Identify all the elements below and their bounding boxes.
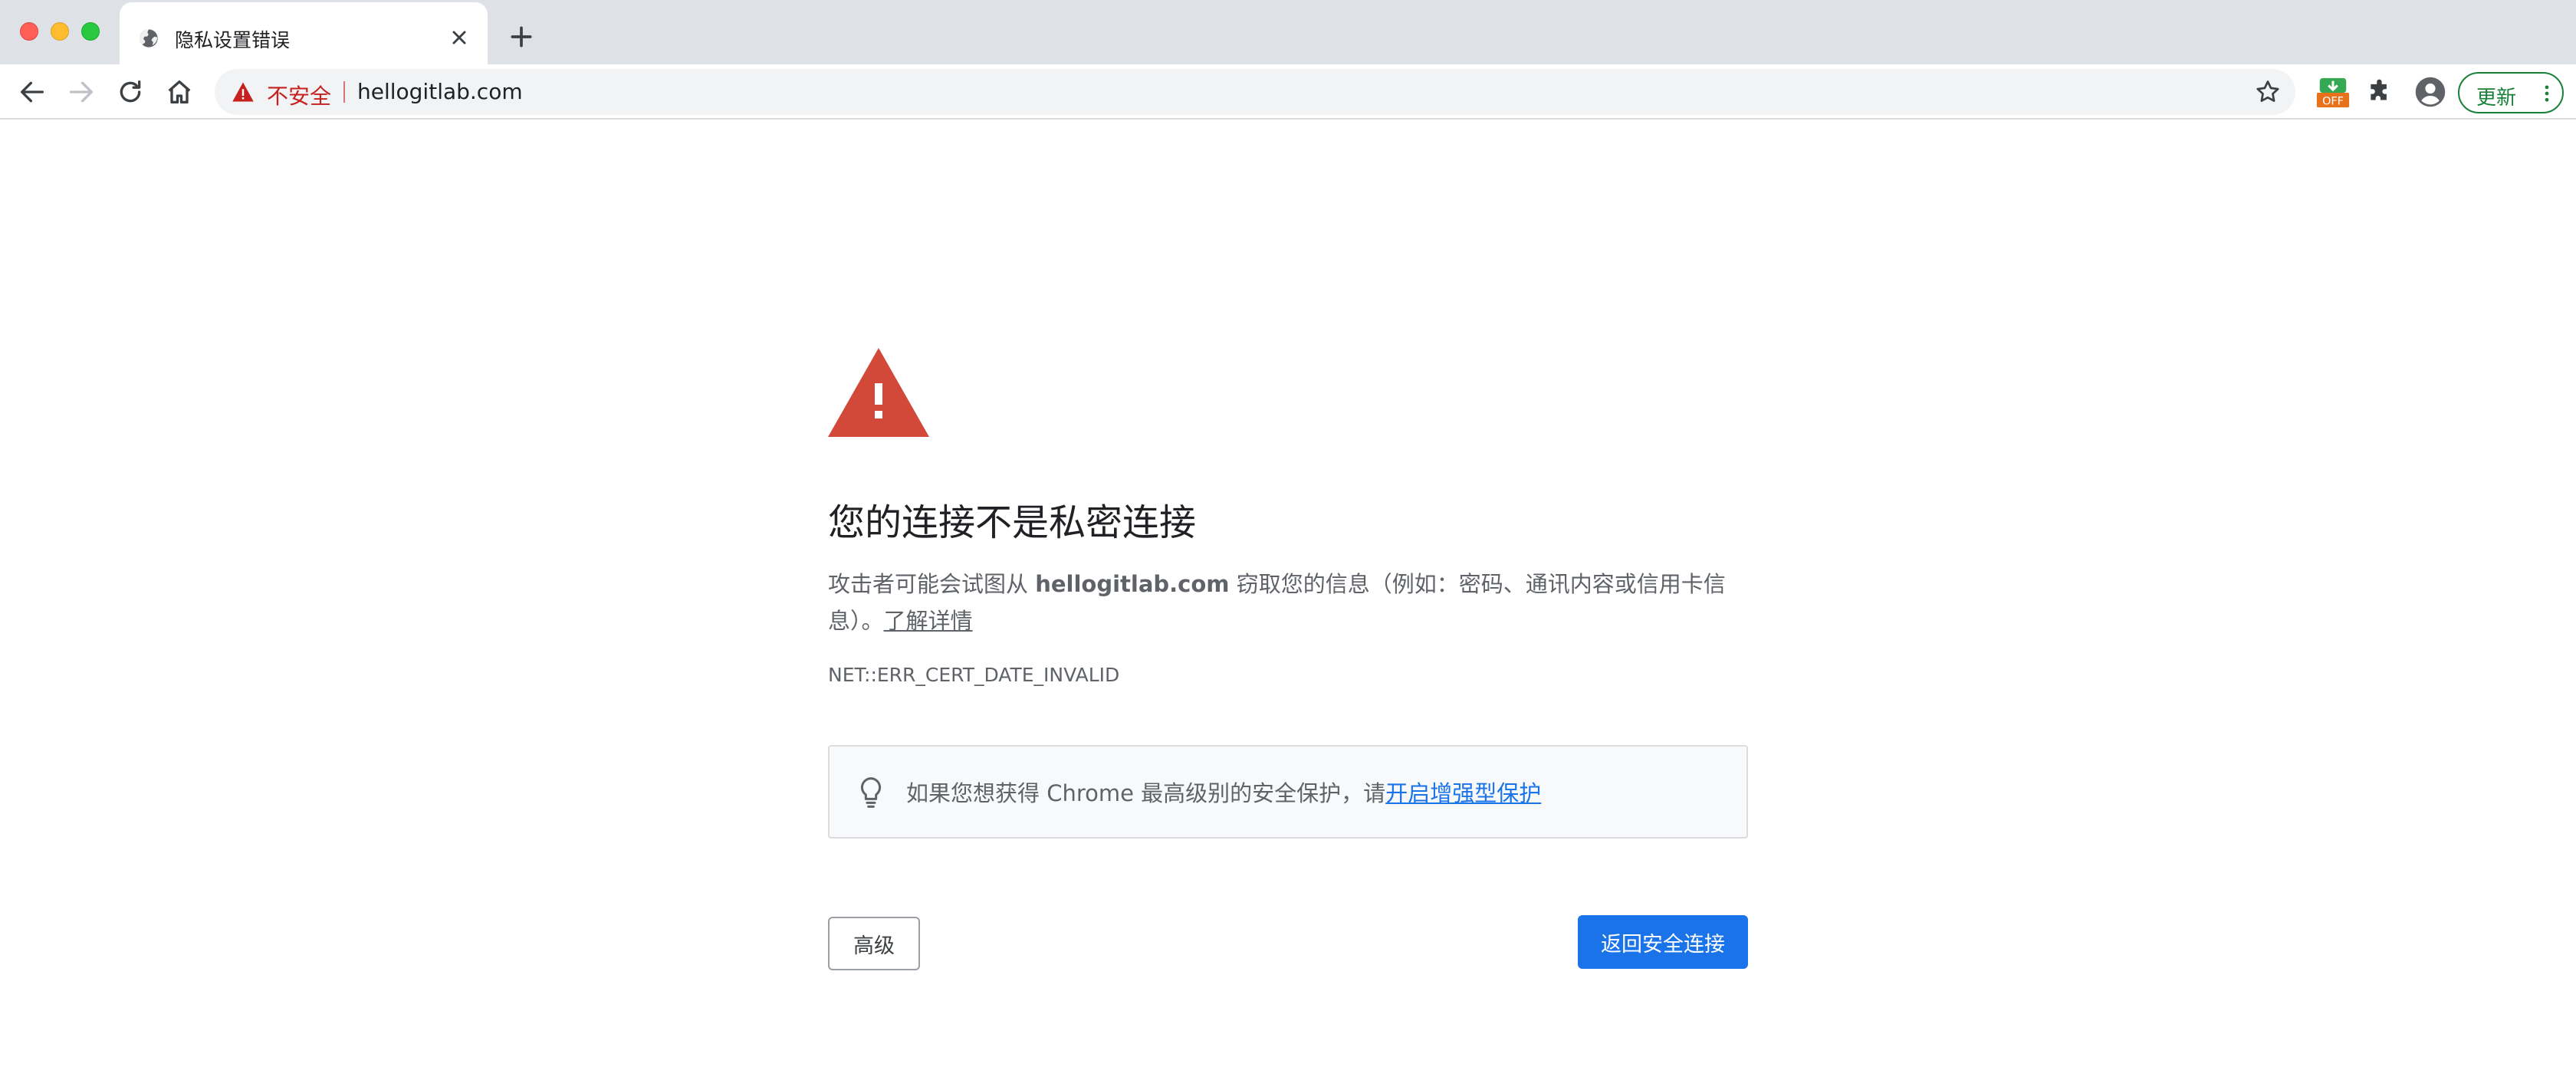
explanation-host: hellogitlab.com — [1035, 571, 1230, 597]
globe-icon — [140, 29, 158, 48]
advanced-button[interactable]: 高级 — [828, 917, 920, 970]
extension-badge-text: OFF — [2322, 96, 2344, 108]
warning-triangle-icon — [828, 348, 929, 437]
home-icon[interactable] — [164, 77, 195, 107]
omnibox-divider — [343, 81, 345, 103]
tab-strip: 隐私设置错误 — [0, 0, 2576, 64]
address-bar[interactable]: 不安全 hellogitlab.com — [215, 69, 2295, 115]
promo-message: 如果您想获得 Chrome 最高级别的安全保护，请 — [906, 780, 1386, 806]
update-button[interactable]: 更新 — [2458, 72, 2564, 113]
url-text[interactable]: hellogitlab.com — [357, 79, 523, 104]
learn-more-link[interactable]: 了解详情 — [884, 608, 973, 634]
close-icon[interactable] — [446, 25, 472, 51]
enhanced-protection-promo: 如果您想获得 Chrome 最高级别的安全保护，请开启增强型保护 — [828, 745, 1748, 839]
reload-icon[interactable] — [115, 77, 146, 107]
error-code: NET::ERR_CERT_DATE_INVALID — [828, 664, 1120, 686]
security-status-label[interactable]: 不安全 — [267, 80, 331, 110]
puzzle-icon[interactable] — [2366, 78, 2395, 107]
back-to-safety-button[interactable]: 返回安全连接 — [1578, 915, 1748, 969]
window-zoom-button[interactable] — [81, 22, 100, 41]
lightbulb-icon — [860, 777, 882, 808]
account-circle-icon[interactable] — [2413, 75, 2447, 109]
kebab-menu-icon[interactable] — [2539, 83, 2555, 104]
page-title: 您的连接不是私密连接 — [828, 501, 1197, 544]
active-tab[interactable]: 隐私设置错误 — [120, 2, 488, 64]
window-minimize-button[interactable] — [51, 22, 69, 41]
update-button-label: 更新 — [2476, 87, 2517, 110]
extension-off-icon[interactable]: OFF — [2315, 75, 2351, 110]
browser-toolbar: 不安全 hellogitlab.com OFF 更新 — [0, 64, 2576, 120]
warning-triangle-icon[interactable] — [232, 81, 255, 103]
star-icon[interactable] — [2254, 78, 2282, 106]
explanation-prefix: 攻击者可能会试图从 — [828, 571, 1036, 597]
enhanced-protection-link[interactable]: 开启增强型保护 — [1385, 780, 1541, 806]
tab-title: 隐私设置错误 — [175, 29, 291, 51]
window-close-button[interactable] — [20, 22, 38, 41]
back-arrow-icon[interactable] — [17, 77, 48, 107]
interstitial-content: 您的连接不是私密连接 攻击者可能会试图从 hellogitlab.com 窃取您… — [828, 121, 1748, 1064]
explanation-text: 攻击者可能会试图从 hellogitlab.com 窃取您的信息（例如：密码、通… — [828, 566, 1748, 639]
forward-arrow-icon[interactable] — [66, 77, 97, 107]
promo-text: 如果您想获得 Chrome 最高级别的安全保护，请开启增强型保护 — [906, 776, 1541, 808]
plus-icon[interactable] — [506, 21, 537, 52]
